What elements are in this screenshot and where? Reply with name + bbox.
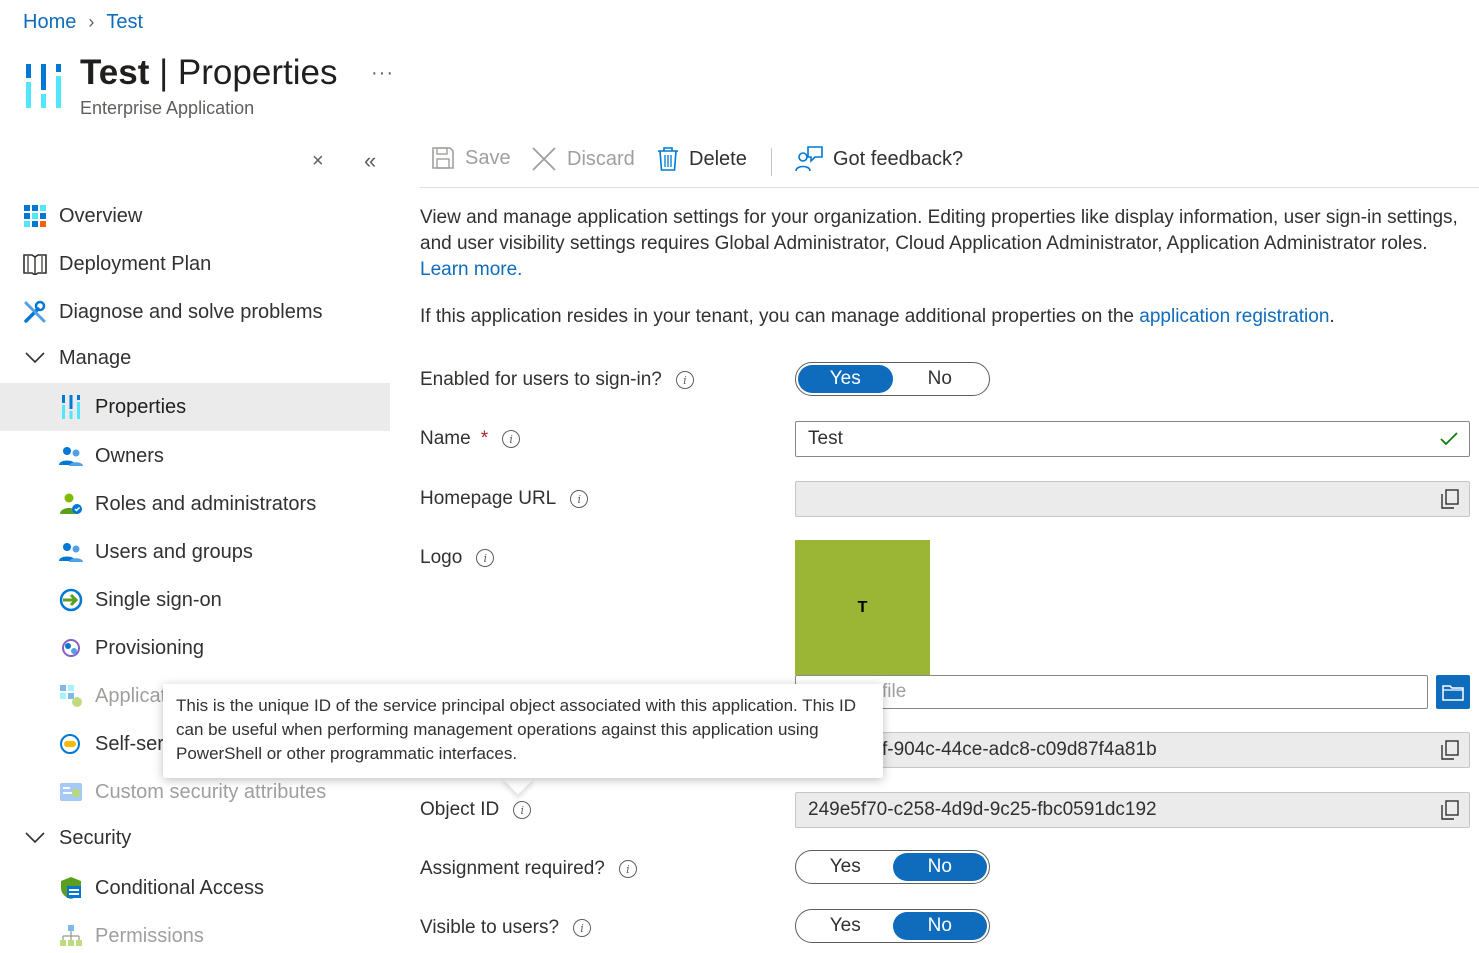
users-icon bbox=[59, 444, 83, 468]
sidebar-item-conditional-access[interactable]: Conditional Access bbox=[0, 864, 390, 912]
assignment-toggle[interactable]: Yes No bbox=[795, 850, 990, 884]
info-icon[interactable]: i bbox=[573, 919, 592, 937]
info-icon[interactable]: i bbox=[618, 860, 637, 878]
object-id-label: Object ID i bbox=[420, 799, 532, 821]
application-id-field[interactable]: f-904c-44ce-adc8-c09d87f4a81b bbox=[795, 732, 1470, 768]
info-icon[interactable]: i bbox=[476, 549, 495, 567]
copy-icon[interactable] bbox=[1441, 740, 1459, 760]
info-icon[interactable]: i bbox=[675, 371, 694, 389]
visible-yes-option[interactable]: Yes bbox=[798, 912, 893, 940]
command-bar: Save Discard Delete Got feedback? bbox=[420, 138, 1479, 188]
page-title: Test | Properties bbox=[80, 53, 338, 92]
sidebar-item-diagnose[interactable]: Diagnose and solve problems bbox=[0, 288, 390, 336]
sidebar-item-users-groups[interactable]: Users and groups bbox=[0, 528, 390, 576]
properties-icon bbox=[26, 64, 61, 108]
name-label: Name * i bbox=[420, 428, 521, 450]
discard-button[interactable]: Discard bbox=[531, 146, 635, 172]
info-icon[interactable]: i bbox=[513, 801, 532, 819]
sidebar-group-security[interactable]: Security bbox=[0, 814, 390, 862]
sidebar-item-permissions[interactable]: Permissions bbox=[0, 912, 390, 953]
copy-icon[interactable] bbox=[1441, 800, 1459, 820]
chevron-right-icon: › bbox=[88, 12, 95, 32]
logo-file-input[interactable]: file bbox=[795, 675, 1428, 709]
sidebar-item-provisioning[interactable]: Provisioning bbox=[0, 624, 390, 672]
app-proxy-icon bbox=[59, 684, 83, 708]
browse-file-button[interactable] bbox=[1436, 675, 1470, 709]
toolbar-divider bbox=[771, 148, 772, 176]
save-icon bbox=[432, 147, 454, 169]
sidebar-item-roles[interactable]: Roles and administrators bbox=[0, 480, 390, 528]
more-options-icon[interactable]: ··· bbox=[371, 62, 394, 85]
logo-label: Logo i bbox=[420, 547, 495, 569]
users-icon bbox=[59, 540, 83, 564]
self-service-icon bbox=[59, 732, 83, 756]
checkmark-icon bbox=[1440, 432, 1458, 446]
delete-button[interactable]: Delete bbox=[657, 146, 747, 172]
enabled-yes-option[interactable]: Yes bbox=[798, 365, 893, 393]
enabled-label: Enabled for users to sign-in? i bbox=[420, 369, 694, 391]
enabled-toggle[interactable]: Yes No bbox=[795, 362, 990, 396]
permissions-icon bbox=[59, 924, 83, 948]
sidebar-item-owners[interactable]: Owners bbox=[0, 432, 390, 480]
collapse-sidebar-icon[interactable]: « bbox=[364, 148, 376, 174]
save-button[interactable]: Save bbox=[431, 146, 511, 170]
attributes-icon bbox=[59, 780, 83, 804]
roles-icon bbox=[59, 492, 83, 516]
sidebar-item-deployment-plan[interactable]: Deployment Plan bbox=[0, 240, 390, 288]
info-icon[interactable]: i bbox=[502, 430, 521, 448]
sidebar-group-manage[interactable]: Manage bbox=[0, 334, 390, 382]
page-description: View and manage application settings for… bbox=[420, 207, 1458, 280]
close-icon[interactable]: × bbox=[312, 150, 324, 173]
trash-icon bbox=[658, 147, 678, 171]
book-icon bbox=[23, 252, 47, 276]
tenant-description: If this application resides in your tena… bbox=[420, 306, 1335, 327]
name-input[interactable]: Test bbox=[795, 421, 1470, 457]
application-registration-link[interactable]: application registration bbox=[1139, 306, 1329, 327]
provisioning-icon bbox=[59, 636, 83, 660]
chevron-down-icon bbox=[23, 346, 47, 370]
breadcrumb-test[interactable]: Test bbox=[106, 11, 143, 34]
visible-toggle[interactable]: Yes No bbox=[795, 909, 990, 943]
sidebar-item-sso[interactable]: Single sign-on bbox=[0, 576, 390, 624]
folder-icon bbox=[1442, 685, 1464, 701]
copy-icon[interactable] bbox=[1441, 489, 1459, 509]
homepage-url-field[interactable] bbox=[795, 481, 1470, 517]
learn-more-link[interactable]: Learn more. bbox=[420, 259, 522, 280]
object-id-field[interactable]: 249e5f70-c258-4d9d-9c25-fbc0591dc192 bbox=[795, 792, 1470, 828]
info-icon[interactable]: i bbox=[570, 490, 589, 508]
properties-icon bbox=[59, 395, 83, 419]
breadcrumb: Home › Test bbox=[23, 11, 143, 34]
sidebar-item-overview[interactable]: Overview bbox=[0, 192, 390, 240]
app-logo: T bbox=[795, 540, 930, 675]
feedback-button[interactable]: Got feedback? bbox=[795, 146, 963, 172]
overview-icon bbox=[23, 204, 47, 228]
page-subtitle: Enterprise Application bbox=[80, 98, 255, 118]
chevron-down-icon bbox=[23, 826, 47, 850]
homepage-label: Homepage URL i bbox=[420, 488, 589, 510]
visible-no-option[interactable]: No bbox=[892, 912, 987, 940]
assignment-no-option[interactable]: No bbox=[892, 853, 987, 881]
object-id-tooltip: This is the unique ID of the service pri… bbox=[163, 684, 883, 778]
enabled-no-option[interactable]: No bbox=[893, 365, 988, 393]
required-marker: * bbox=[480, 428, 489, 449]
wrench-icon bbox=[23, 300, 47, 324]
assignment-label: Assignment required? i bbox=[420, 858, 637, 880]
assignment-yes-option[interactable]: Yes bbox=[798, 853, 893, 881]
sso-icon bbox=[59, 588, 83, 612]
visible-label: Visible to users? i bbox=[420, 917, 592, 939]
sidebar-item-properties[interactable]: Properties bbox=[0, 383, 390, 431]
breadcrumb-home[interactable]: Home bbox=[23, 11, 76, 34]
conditional-access-icon bbox=[59, 876, 83, 900]
feedback-icon bbox=[795, 146, 823, 172]
discard-icon bbox=[532, 147, 556, 171]
